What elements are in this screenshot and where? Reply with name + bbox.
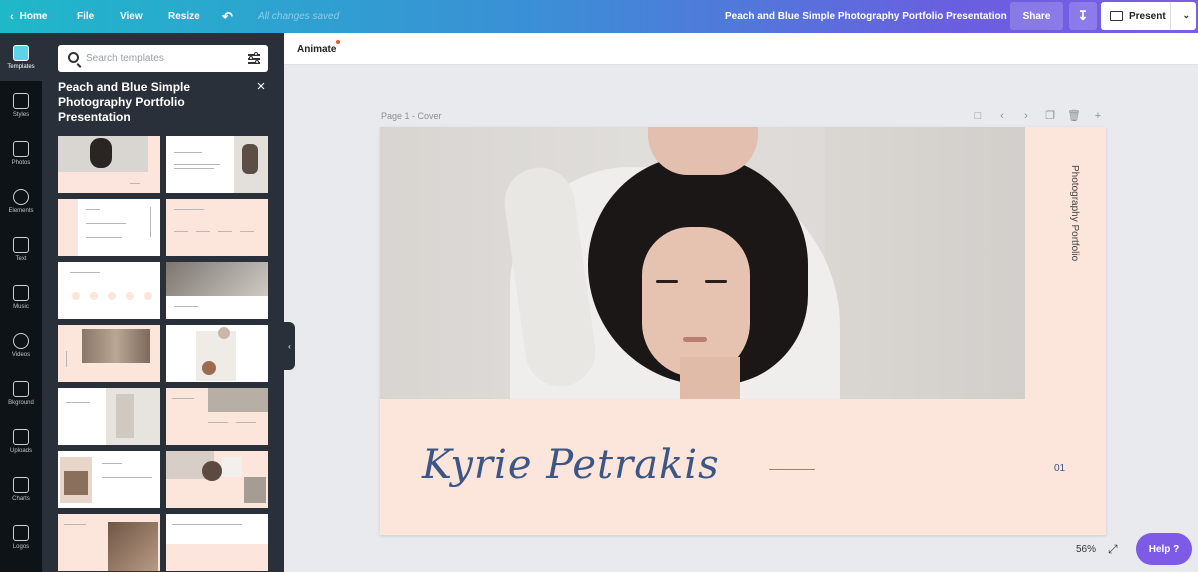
rail-label: Uploads xyxy=(9,447,32,454)
template-thumbnail[interactable] xyxy=(58,136,160,193)
rail-label: Templates xyxy=(7,63,35,70)
page-toolbar: □ ‹ › ❐ 🗑 + xyxy=(966,108,1110,124)
cover-photo[interactable] xyxy=(380,127,1025,399)
share-button[interactable]: Share xyxy=(1010,2,1063,30)
save-status: All changes saved xyxy=(258,11,340,22)
view-menu[interactable]: View xyxy=(120,11,143,22)
elements-icon xyxy=(13,188,29,205)
rail-label: Photos xyxy=(11,159,31,166)
background-icon xyxy=(13,380,29,397)
rail-label: Bkground xyxy=(8,399,34,406)
collapse-panel-handle[interactable]: ‹ xyxy=(284,322,295,370)
divider-line xyxy=(769,469,815,470)
editor-toolbar: Animate xyxy=(284,33,1198,65)
resize-menu[interactable]: Resize xyxy=(168,11,200,22)
slide-canvas[interactable]: Photography Portfolio Kyrie Petrakis 01 xyxy=(380,127,1106,535)
vertical-title[interactable]: Photography Portfolio xyxy=(1066,165,1080,285)
uploads-icon xyxy=(13,428,29,445)
videos-icon xyxy=(13,332,29,349)
help-button[interactable]: Help ? xyxy=(1136,533,1192,565)
notification-dot xyxy=(336,40,340,44)
styles-icon xyxy=(13,92,29,109)
rail-label: Styles xyxy=(12,111,30,118)
undo-icon[interactable]: ↶ xyxy=(222,9,233,25)
rail-item-text[interactable]: Text xyxy=(0,225,42,273)
chevron-left-icon[interactable]: ‹ xyxy=(990,108,1014,124)
rail-item-elements[interactable]: Elements xyxy=(0,177,42,225)
rail-item-templates[interactable]: Templates xyxy=(0,33,42,81)
rail-item-logos[interactable]: Logos xyxy=(0,513,42,561)
templates-icon xyxy=(13,44,29,61)
home-label: Home xyxy=(19,11,48,22)
photos-icon xyxy=(13,140,29,157)
duplicate-icon[interactable]: ❐ xyxy=(1038,108,1062,124)
filter-icon[interactable] xyxy=(248,52,260,64)
expand-icon[interactable]: ⤢ xyxy=(1108,542,1118,557)
search-box xyxy=(58,45,268,72)
rail-label: Charts xyxy=(12,495,30,502)
template-thumbnail[interactable] xyxy=(166,136,268,193)
template-thumbnail[interactable] xyxy=(166,451,268,508)
present-main[interactable]: Present xyxy=(1101,2,1171,30)
name-heading[interactable]: Kyrie Petrakis xyxy=(422,442,720,488)
music-icon xyxy=(13,284,29,301)
present-button[interactable]: Present ⌄ xyxy=(1101,2,1196,30)
present-icon xyxy=(1110,11,1123,21)
add-page-icon[interactable]: + xyxy=(1086,108,1110,124)
rail-label: Videos xyxy=(11,351,31,358)
rail-label: Logos xyxy=(12,543,30,550)
template-thumbnail[interactable] xyxy=(166,388,268,445)
template-thumbnail[interactable] xyxy=(58,199,160,256)
chevron-right-icon[interactable]: › xyxy=(1014,108,1038,124)
zoom-level[interactable]: 56% xyxy=(1076,544,1096,555)
template-thumbnail[interactable] xyxy=(166,262,268,319)
panel-title: Peach and Blue Simple Photography Portfo… xyxy=(58,80,191,124)
download-icon[interactable]: ↧ xyxy=(1069,2,1097,30)
rail-item-background[interactable]: Bkground xyxy=(0,369,42,417)
document-title[interactable]: Peach and Blue Simple Photography Portfo… xyxy=(725,11,1007,22)
canva-editor: ‹ Home File View Resize ↶ All changes sa… xyxy=(0,0,1198,572)
top-bar: ‹ Home File View Resize ↶ All changes sa… xyxy=(0,0,1198,33)
charts-icon xyxy=(13,476,29,493)
close-icon[interactable]: × xyxy=(254,79,268,94)
chevron-left-icon: ‹ xyxy=(10,10,14,23)
template-thumbnail[interactable] xyxy=(166,325,268,382)
rail-item-uploads[interactable]: Uploads xyxy=(0,417,42,465)
rail-item-styles[interactable]: Styles xyxy=(0,81,42,129)
text-icon xyxy=(13,236,29,253)
home-button[interactable]: ‹ Home xyxy=(10,11,47,23)
template-thumbnail[interactable] xyxy=(166,199,268,256)
page-number[interactable]: 01 xyxy=(1054,463,1065,474)
chevron-down-icon[interactable]: ⌄ xyxy=(1182,10,1190,21)
present-label: Present xyxy=(1129,10,1166,22)
template-thumbnail[interactable] xyxy=(58,514,160,571)
rail-item-videos[interactable]: Videos xyxy=(0,321,42,369)
search-icon xyxy=(68,52,79,63)
template-thumbnail[interactable] xyxy=(58,262,160,319)
template-thumbnail[interactable] xyxy=(166,514,268,571)
trash-icon[interactable]: 🗑 xyxy=(1062,108,1086,124)
templates-panel: Peach and Blue Simple Photography Portfo… xyxy=(42,33,284,572)
template-thumbnail[interactable] xyxy=(58,388,160,445)
side-rail: Templates Styles Photos Elements Text Mu… xyxy=(0,33,42,572)
logos-icon xyxy=(13,524,29,541)
rail-item-charts[interactable]: Charts xyxy=(0,465,42,513)
rail-label: Music xyxy=(13,303,29,310)
animate-button[interactable]: Animate xyxy=(297,44,336,55)
vertical-title-text: Photography Portfolio xyxy=(1069,165,1080,262)
rail-item-photos[interactable]: Photos xyxy=(0,129,42,177)
template-thumbnail[interactable] xyxy=(58,325,160,382)
rail-label: Elements xyxy=(8,207,34,214)
notes-icon[interactable]: □ xyxy=(966,108,990,124)
search-input[interactable] xyxy=(86,49,236,68)
template-thumbnail[interactable] xyxy=(58,451,160,508)
rail-item-music[interactable]: Music xyxy=(0,273,42,321)
page-label: Page 1 - Cover xyxy=(381,111,442,121)
rail-label: Text xyxy=(15,255,27,262)
file-menu[interactable]: File xyxy=(77,11,94,22)
